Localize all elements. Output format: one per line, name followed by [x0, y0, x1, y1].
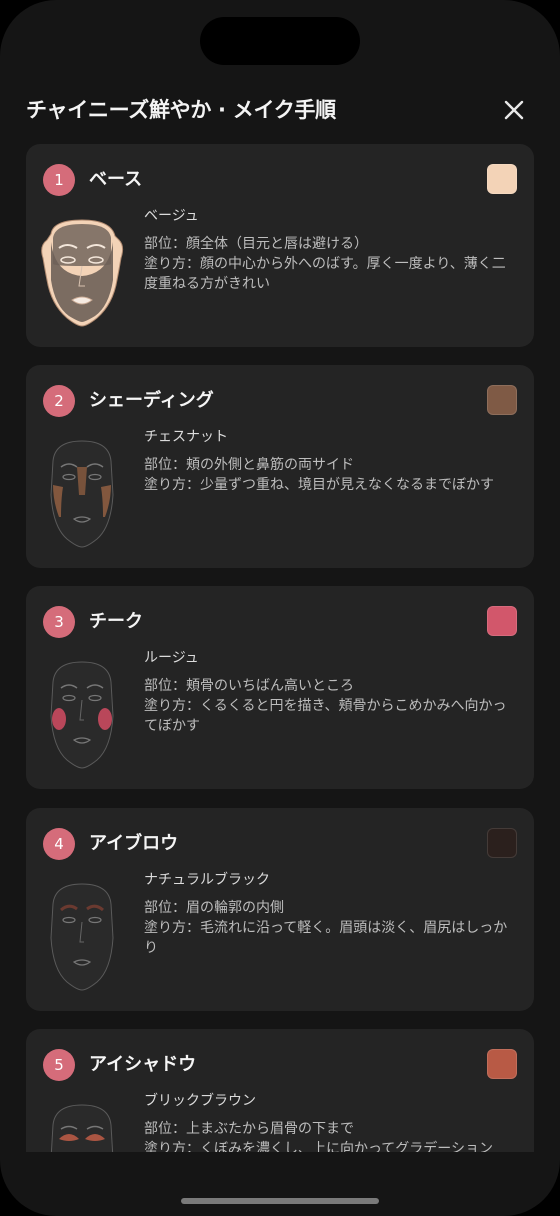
step-number-badge: 4	[43, 828, 75, 860]
area-text: 部位：頬骨のいちばん高いところ	[144, 678, 354, 694]
color-swatch	[487, 385, 517, 415]
face-illustration-icon	[41, 219, 124, 327]
phone-screen: チャイニーズ鮮やか · メイク手順 1 ベース ベージュ 部位：顔全体（目元と唇…	[0, 0, 560, 1216]
face-illustration-icon	[50, 440, 114, 548]
step-info: ベージュ 部位：顔全体（目元と唇は避ける） 塗り方：顔の中心から外へのばす。厚く…	[144, 206, 519, 294]
color-name: ナチュラルブラック	[144, 872, 270, 888]
step-info: ルージュ 部位：頬骨のいちばん高いところ 塗り方：くるくると円を描き、頬骨からこ…	[144, 648, 519, 736]
area-text: 部位：頬の外側と鼻筋の両サイド	[144, 457, 354, 473]
step-info: ブリックブラウン 部位：上まぶたから眉骨の下まで 塗り方：くぼみを濃くし、上に向…	[144, 1091, 519, 1152]
color-name: ルージュ	[144, 650, 199, 666]
step-title: アイシャドウ	[89, 1054, 197, 1075]
area-text: 部位：上まぶたから眉骨の下まで	[144, 1121, 354, 1137]
step-number-badge: 2	[43, 385, 75, 417]
close-icon[interactable]	[500, 96, 528, 124]
color-swatch	[487, 1049, 517, 1079]
step-title: アイブロウ	[89, 833, 179, 854]
dynamic-island	[200, 17, 360, 65]
step-number-badge: 1	[43, 164, 75, 196]
step-title: ベース	[89, 169, 143, 190]
step-info: チェスナット 部位：頬の外側と鼻筋の両サイド 塗り方：少量ずつ重ね、境目が見えな…	[144, 427, 519, 495]
step-card-shading: 2 シェーディング チェスナット 部位：頬の外側と鼻筋の両サイド 塗り方：少量ず…	[26, 365, 534, 568]
step-card-eyeshadow: 5 アイシャドウ ブリックブラウン 部位：上まぶたから眉骨の下まで 塗り方：くぼ…	[26, 1029, 534, 1152]
color-name: チェスナット	[144, 429, 228, 445]
color-swatch	[487, 828, 517, 858]
method-text: 塗り方：くるくると円を描き、頬骨からこめかみへ向かってぼかす	[144, 698, 507, 734]
step-number-badge: 3	[43, 606, 75, 638]
color-name: ベージュ	[144, 208, 199, 224]
area-text: 部位：顔全体（目元と唇は避ける）	[144, 236, 368, 252]
color-swatch	[487, 606, 517, 636]
method-text: 塗り方：くぼみを濃くし、上に向かってグラデーション	[144, 1141, 494, 1152]
face-illustration-icon	[50, 883, 114, 991]
step-card-base: 1 ベース ベージュ 部位：顔全体（目元と唇は避ける） 塗り方：顔の中心から外へ…	[26, 144, 534, 347]
color-name: ブリックブラウン	[144, 1093, 256, 1109]
face-illustration-icon	[50, 1104, 114, 1152]
step-title: チーク	[89, 611, 143, 632]
method-text: 塗り方：毛流れに沿って軽く。眉頭は淡く、眉尻はしっかり	[144, 920, 508, 956]
area-text: 部位：眉の輪郭の内側	[144, 900, 284, 916]
sheet-header: チャイニーズ鮮やか · メイク手順	[26, 92, 536, 128]
step-info: ナチュラルブラック 部位：眉の輪郭の内側 塗り方：毛流れに沿って軽く。眉頭は淡く…	[144, 870, 519, 958]
step-card-eyebrow: 4 アイブロウ ナチュラルブラック 部位：眉の輪郭の内側 塗り方：毛流れに沿って…	[26, 808, 534, 1011]
method-text: 塗り方：少量ずつ重ね、境目が見えなくなるまでぼかす	[144, 477, 494, 493]
method-text: 塗り方：顔の中心から外へのばす。厚く一度より、薄く二度重ねる方がきれい	[144, 256, 506, 292]
steps-list[interactable]: 1 ベース ベージュ 部位：顔全体（目元と唇は避ける） 塗り方：顔の中心から外へ…	[26, 144, 534, 1152]
color-swatch	[487, 164, 517, 194]
page-title: チャイニーズ鮮やか · メイク手順	[26, 98, 336, 122]
step-number-badge: 5	[43, 1049, 75, 1081]
step-title: シェーディング	[89, 390, 214, 411]
step-card-cheek: 3 チーク ルージュ 部位：頬骨のいちばん高いところ 塗り方：くるくると円を描き…	[26, 586, 534, 789]
home-indicator[interactable]	[181, 1198, 379, 1204]
face-illustration-icon	[50, 661, 114, 769]
